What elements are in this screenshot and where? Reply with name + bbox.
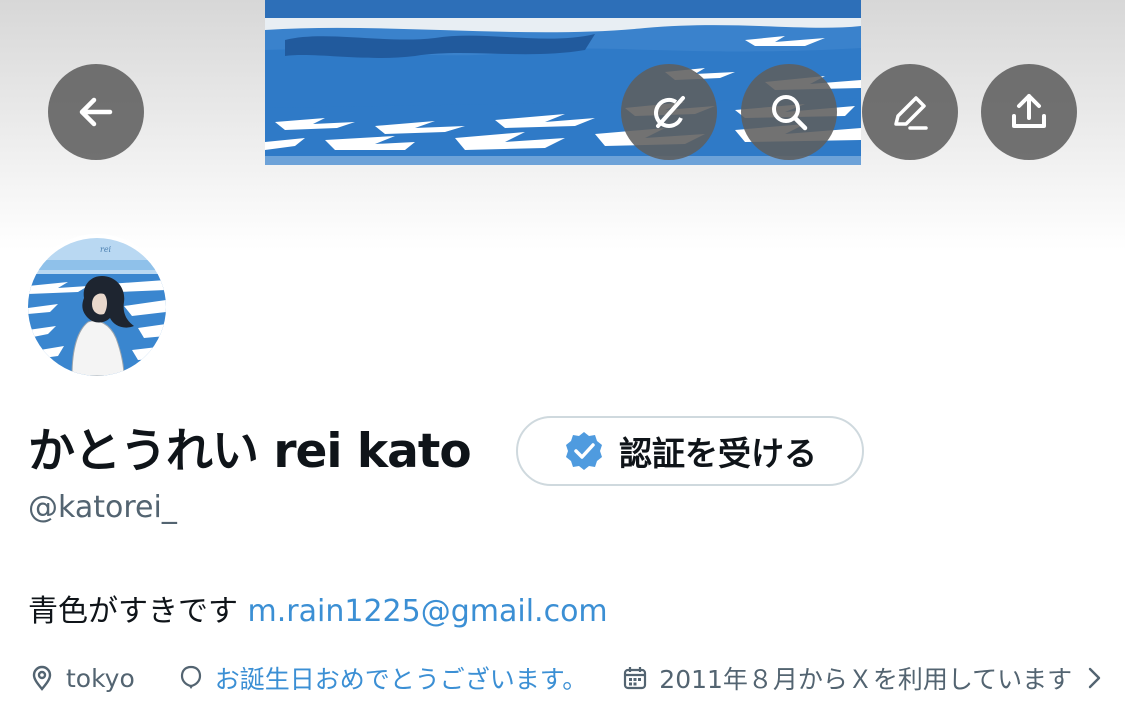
bio-email-link[interactable]: m.rain1225@gmail.com xyxy=(248,594,608,629)
grok-button[interactable] xyxy=(621,64,717,160)
bio: 青色がすきです m.rain1225@gmail.com xyxy=(28,586,608,630)
calendar-icon xyxy=(624,667,647,690)
join-date-text: 2011年８月からＸを利用しています xyxy=(659,665,1073,694)
share-button[interactable] xyxy=(981,64,1077,160)
location-text: tokyo xyxy=(66,663,135,693)
user-handle: @katorei_ xyxy=(28,490,177,525)
birthday-text[interactable]: お誕生日おめでとうございます。 xyxy=(215,660,588,696)
profile-meta: tokyo お誕生日おめでとうございます。 2011年８月からＸを利用しています xyxy=(28,656,1108,700)
bio-text: 青色がすきです xyxy=(28,594,238,629)
avatar-image: rei xyxy=(28,238,166,376)
back-button[interactable] xyxy=(48,64,144,160)
svg-text:rei: rei xyxy=(100,245,112,254)
grok-icon xyxy=(654,96,685,128)
verified-badge-icon xyxy=(566,432,602,470)
edit-pencil-icon xyxy=(894,96,928,130)
chevron-right-icon xyxy=(1088,667,1101,689)
search-icon xyxy=(772,95,808,131)
join-date[interactable]: 2011年８月からＸを利用しています xyxy=(621,660,1108,696)
edit-button[interactable] xyxy=(862,64,958,160)
get-verified-button[interactable]: 認証を受ける xyxy=(516,416,864,486)
search-button[interactable] xyxy=(741,64,837,160)
location-pin-icon xyxy=(32,665,52,691)
balloon-icon xyxy=(180,665,201,689)
share-icon xyxy=(1012,94,1046,128)
location: tokyo xyxy=(28,664,135,693)
back-arrow-icon xyxy=(79,97,113,127)
get-verified-label: 認証を受ける xyxy=(619,434,817,473)
display-name: かとうれい rei kato xyxy=(28,424,472,479)
birthday[interactable]: お誕生日おめでとうございます。 xyxy=(177,660,588,696)
avatar[interactable]: rei xyxy=(24,234,170,380)
